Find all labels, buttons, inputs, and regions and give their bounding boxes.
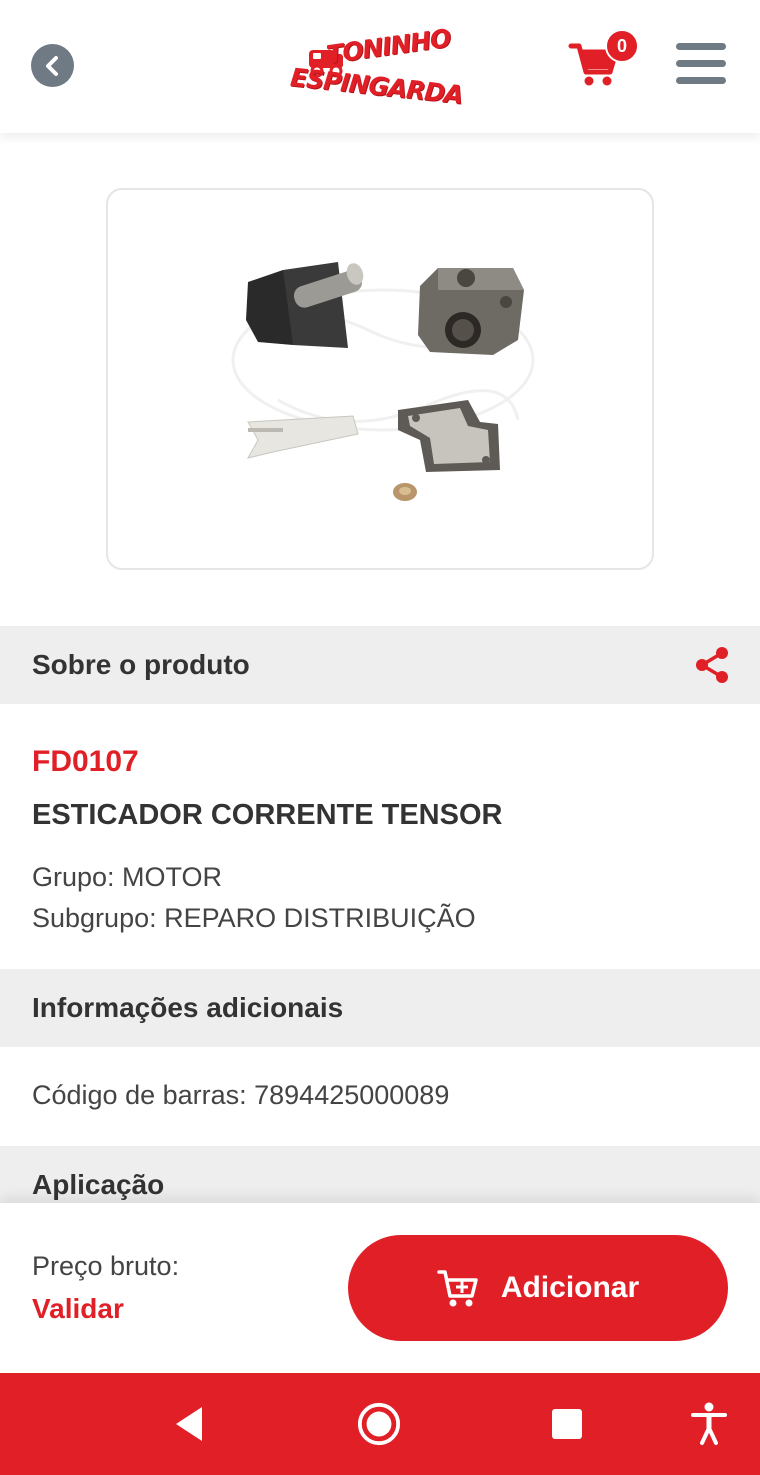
add-to-cart-button[interactable]: Adicionar xyxy=(348,1235,728,1341)
system-recents-button[interactable] xyxy=(544,1401,590,1447)
price-footer: Preço bruto: Validar Adicionar xyxy=(0,1203,760,1373)
price-label: Preço bruto: xyxy=(32,1251,180,1281)
accessibility-button[interactable] xyxy=(686,1401,732,1447)
chevron-left-icon xyxy=(45,55,58,76)
cart-count-badge: 0 xyxy=(605,29,639,63)
logo-text-line1: TONINHO xyxy=(324,23,452,70)
cart-plus-icon xyxy=(437,1270,478,1307)
hamburger-menu-button[interactable] xyxy=(676,43,726,87)
add-button-label: Adicionar xyxy=(500,1271,640,1304)
circle-home-icon xyxy=(357,1402,401,1446)
product-photo xyxy=(231,262,535,501)
share-button[interactable] xyxy=(694,646,730,684)
back-button[interactable] xyxy=(31,44,74,87)
share-icon xyxy=(696,647,728,683)
system-back-button[interactable] xyxy=(166,1401,212,1447)
square-recents-icon xyxy=(552,1409,582,1439)
about-section-title: Sobre o produto xyxy=(32,649,250,680)
product-subgroup: Subgrupo: REPARO DISTRIBUIÇÃO xyxy=(32,903,476,933)
logo-text-line2: ESPINGARDA xyxy=(288,62,464,110)
additional-info-section-header: Informações adicionais xyxy=(0,969,760,1047)
product-detail-screen: TONINHO ESPINGARDA ® 0 Sobre o produto F… xyxy=(0,0,760,1475)
product-name: ESTICADOR CORRENTE TENSOR xyxy=(32,799,503,831)
menu-bar xyxy=(676,60,726,67)
product-image[interactable] xyxy=(106,188,654,570)
app-header: TONINHO ESPINGARDA ® 0 xyxy=(0,0,760,133)
product-code: FD0107 xyxy=(32,745,139,778)
application-title: Aplicação xyxy=(32,1169,165,1200)
system-home-button[interactable] xyxy=(356,1401,402,1447)
product-barcode: Código de barras: 7894425000089 xyxy=(32,1080,450,1110)
price-validate-link[interactable]: Validar xyxy=(32,1293,124,1325)
brand-logo[interactable]: TONINHO ESPINGARDA ® xyxy=(289,12,464,122)
logo-registered-mark: ® xyxy=(446,92,453,102)
product-group: Grupo: MOTOR xyxy=(32,862,223,892)
triangle-back-icon xyxy=(176,1407,202,1441)
about-section-header: Sobre o produto xyxy=(0,626,760,704)
additional-info-title: Informações adicionais xyxy=(32,992,344,1023)
accessibility-icon xyxy=(691,1402,727,1445)
menu-bar xyxy=(676,77,726,84)
menu-bar xyxy=(676,43,726,50)
system-navigation-bar xyxy=(0,1373,760,1475)
